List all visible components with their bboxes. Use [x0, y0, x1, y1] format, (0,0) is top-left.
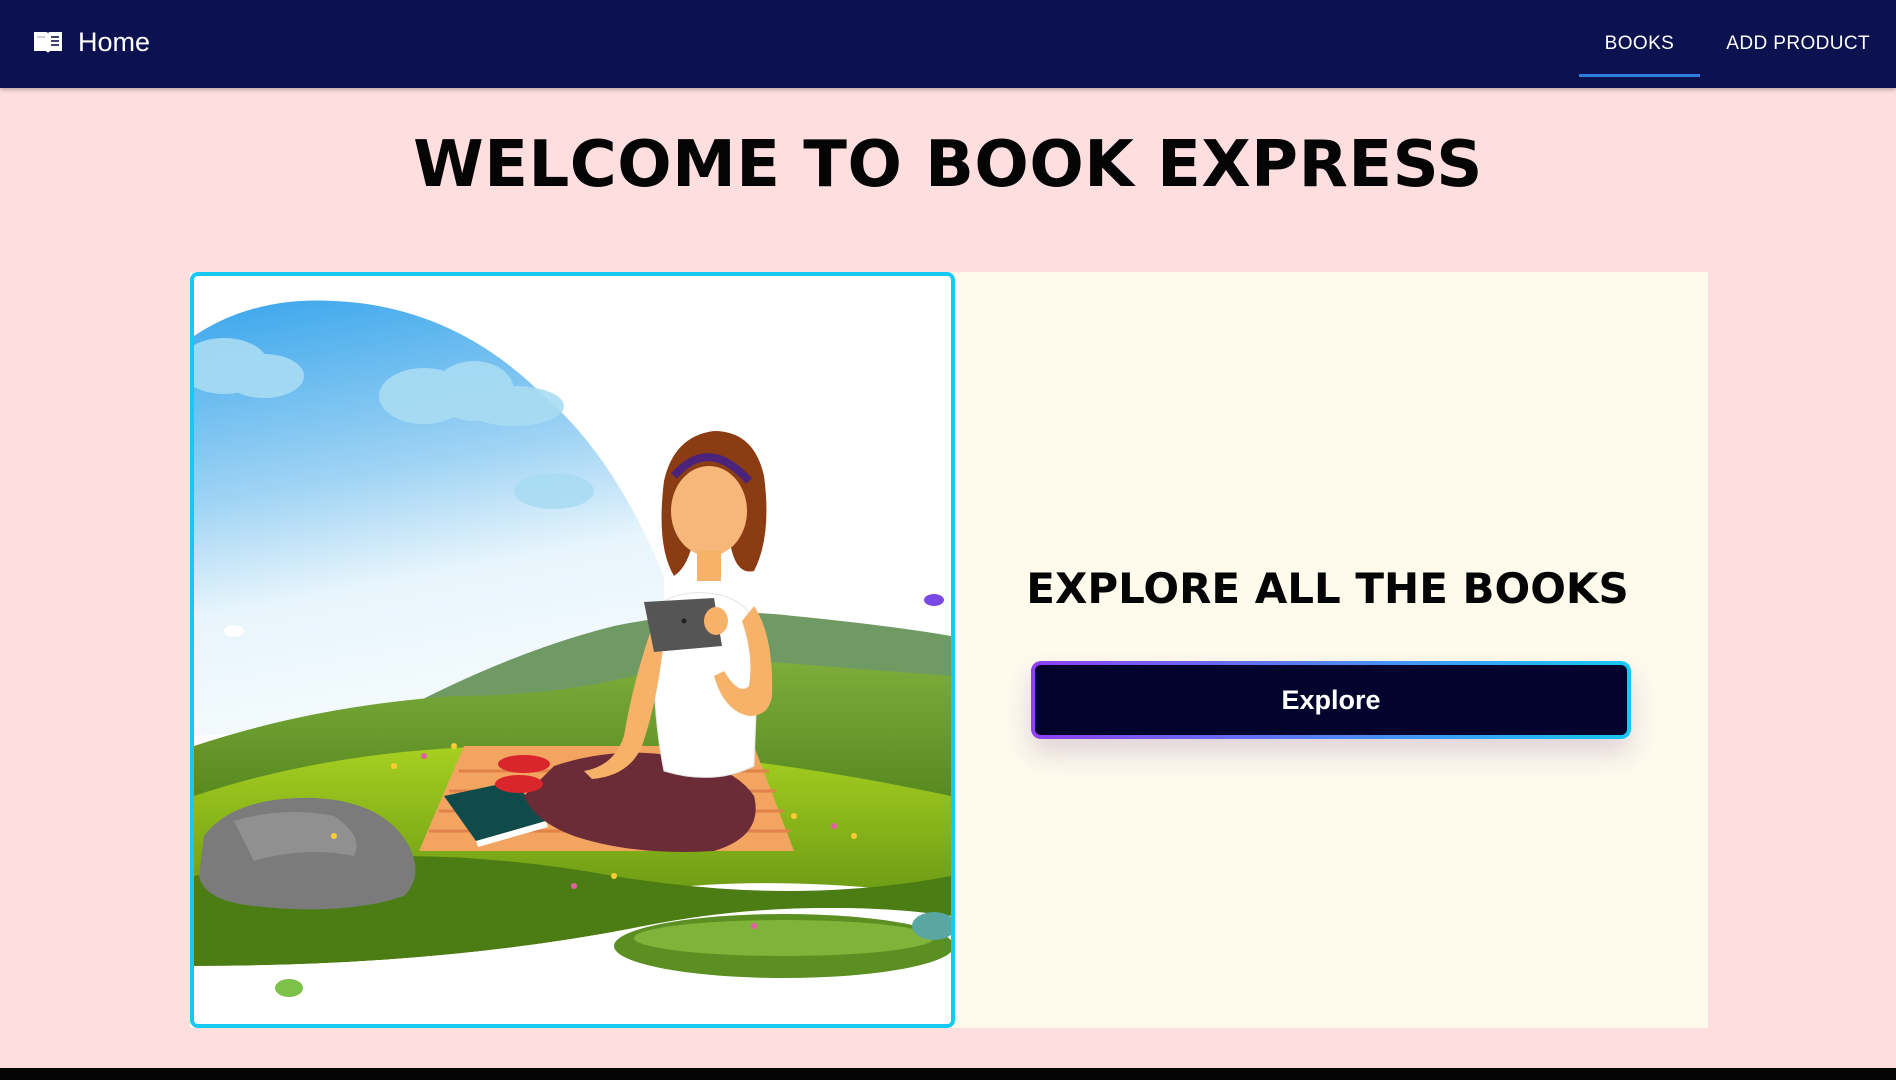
explore-panel: EXPLORE ALL THE BOOKS Explore	[947, 272, 1708, 1028]
explore-heading: EXPLORE ALL THE BOOKS	[1026, 564, 1629, 613]
explore-button[interactable]: Explore	[1031, 661, 1631, 739]
main-nav: BOOKS ADD PRODUCT	[1578, 0, 1896, 88]
hero-card: EXPLORE ALL THE BOOKS Explore	[190, 272, 1708, 1028]
footer-strip	[0, 1068, 1896, 1080]
nav-add-product[interactable]: ADD PRODUCT	[1700, 0, 1896, 88]
open-book-icon	[34, 32, 62, 53]
nav-books[interactable]: BOOKS	[1578, 0, 1701, 88]
brand-label: Home	[78, 26, 151, 57]
woman-reading-illustration	[194, 276, 951, 1024]
hero-image	[190, 272, 955, 1028]
home-link[interactable]: Home	[32, 22, 150, 62]
page-title: WELCOME TO BOOK EXPRESS	[413, 128, 1483, 202]
top-navbar: Home BOOKS ADD PRODUCT	[0, 0, 1896, 88]
